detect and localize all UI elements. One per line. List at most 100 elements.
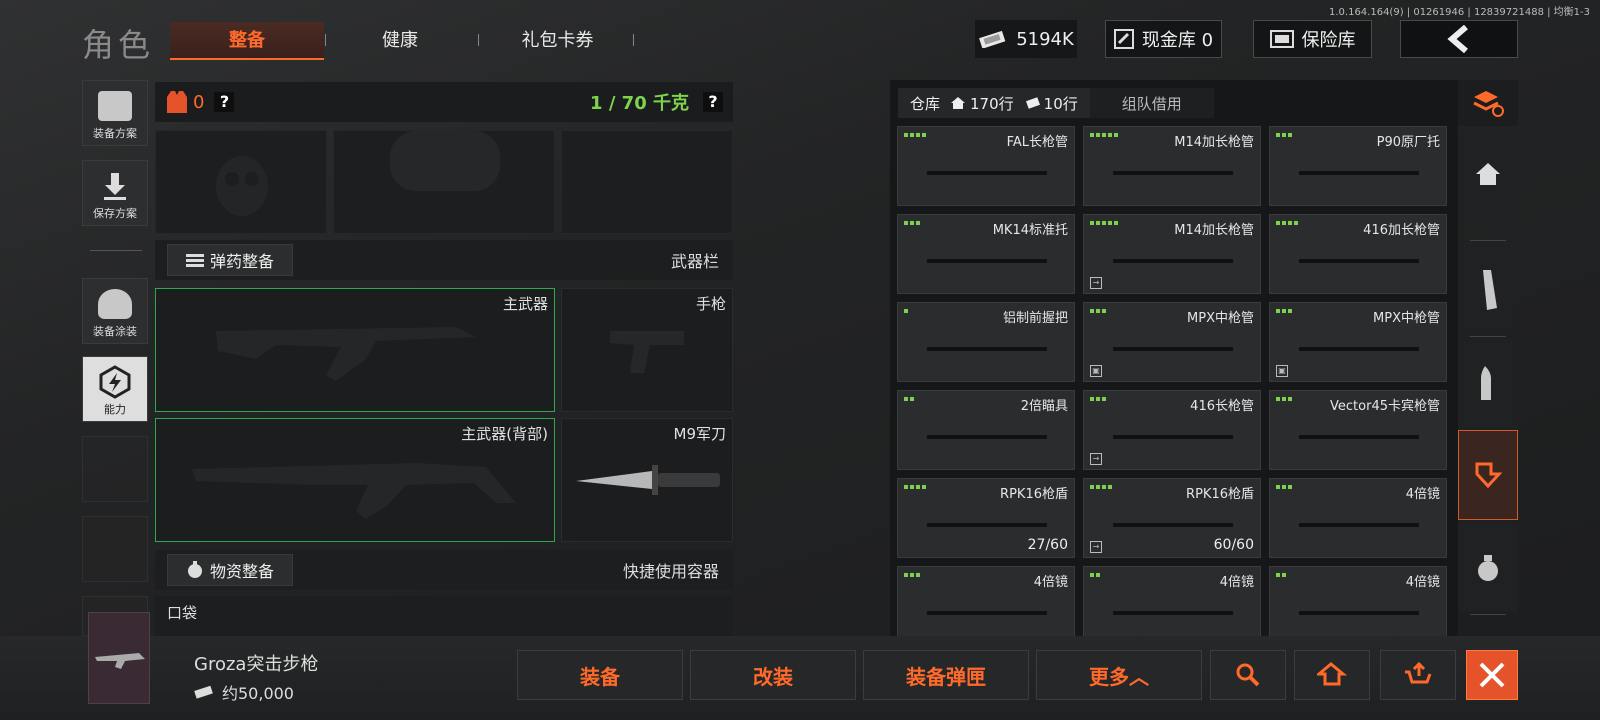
rarity-dot [1282,221,1286,225]
sort-button[interactable] [1458,80,1518,126]
item-count: 60/60 [1213,537,1254,553]
rail-ammo[interactable] [1458,340,1518,428]
rarity-dot [910,133,914,137]
armor-count: 0 [193,91,205,113]
pocket-section: 口袋 [155,596,733,636]
rarity-dot [1096,573,1100,577]
item-name: RPK16枪盾 [1186,487,1254,502]
primary-weapon-back-slot[interactable]: 主武器(背部) [155,418,555,542]
rarity-dot [1276,133,1280,137]
ticket-icon [1025,97,1040,109]
selected-item-thumbnail[interactable] [88,612,150,704]
ticket-rows: 10行 [1043,94,1078,113]
warehouse-item[interactable]: MK14标准托 [897,214,1075,294]
help-icon[interactable]: ? [214,92,235,112]
more-button[interactable]: 更多︿ [1036,650,1202,700]
sidebar-skin[interactable]: 装备涂装 [82,278,148,344]
rarity-dot [1102,221,1106,225]
rarity-dot [922,133,926,137]
gear-slot-empty[interactable] [561,130,733,234]
warehouse-item[interactable]: M14加长枪管 [1083,126,1261,206]
tab-equip[interactable]: 整备 [170,22,324,60]
help-icon[interactable]: ? [703,92,723,112]
tab-warehouse[interactable]: 仓库 170行 10行 [898,88,1090,118]
rarity-dot [1090,573,1094,577]
rarity-dot [1108,133,1112,137]
rail-home[interactable] [1458,130,1518,218]
item-name: Vector45卡宾枪管 [1330,399,1440,414]
item-image-icon [1113,611,1233,615]
sidebar-save-plan[interactable]: 保存方案 [82,160,148,226]
warehouse-item[interactable]: FAL长枪管 [897,126,1075,206]
item-image-icon [1299,259,1419,263]
rarity-dot [1114,221,1118,225]
grenade-icon [188,561,202,578]
sidebar-empty-slot [82,436,148,502]
rarity-dot [1294,221,1298,225]
chevron-left-icon [1447,25,1468,53]
modify-button[interactable]: 改装 [690,650,856,700]
warehouse-item[interactable]: 2倍瞄具 [897,390,1075,470]
equip-magazine-button[interactable]: 装备弹匣 [863,650,1029,700]
warehouse-item[interactable]: RPK16枪盾 60/60 → [1083,478,1261,558]
warehouse-item[interactable]: 4倍镜 [1269,478,1447,558]
store-home-button[interactable] [1294,650,1370,700]
rarity-dot [904,397,908,401]
rarity-dots [904,573,920,577]
rarity-dot [910,485,914,489]
rarity-dots [1276,397,1292,401]
equip-button[interactable]: 装备 [517,650,683,700]
warehouse-item[interactable]: 416长枪管 → [1083,390,1261,470]
rarity-dot [1288,133,1292,137]
pistol-slot[interactable]: 手枪 [561,288,733,412]
selected-item-name: Groza突击步枪 [194,654,319,675]
warehouse-item[interactable]: RPK16枪盾 27/60 [897,478,1075,558]
rarity-dot [910,397,914,401]
warehouse-item[interactable]: 4倍镜 [1269,566,1447,636]
warehouse-item[interactable]: 4倍镜 [1083,566,1261,636]
warehouse-item[interactable]: 4倍镜 [897,566,1075,636]
item-name: 4倍镜 [1033,575,1068,590]
item-name: MK14标准托 [992,223,1068,238]
item-image-icon [1299,611,1419,615]
rail-magazine[interactable] [1458,246,1518,334]
gear-slot-mask[interactable] [155,130,327,234]
rarity-dot [910,573,914,577]
warehouse-item[interactable]: P90原厂托 [1269,126,1447,206]
melee-slot[interactable]: M9军刀 [561,418,733,542]
search-button[interactable] [1210,650,1286,700]
rarity-dots [1090,485,1112,489]
rail-grenade[interactable] [1458,524,1518,612]
warehouse-item[interactable]: MPX中枪管 ▣ [1083,302,1261,382]
ammo-prep-button[interactable]: 弹药整备 [167,244,294,276]
item-image-icon [1113,435,1233,439]
sidebar-item-label: 能力 [104,403,126,416]
tab-gift-cards[interactable]: 礼包卡券 [495,22,620,60]
home-icon [1476,163,1500,185]
warehouse-item[interactable]: 铝制前握把 [897,302,1075,382]
warehouse-item[interactable]: Vector45卡宾枪管 [1269,390,1447,470]
supply-prep-button[interactable]: 物资整备 [167,554,294,586]
gear-slot-backpack[interactable] [333,130,555,234]
back-button[interactable] [1400,20,1518,58]
sidebar-loadout-plan[interactable]: 装备方案 [82,80,148,146]
tab-health[interactable]: 健康 [340,22,460,60]
sidebar-item-label: 保存方案 [93,207,137,220]
rarity-dot [1282,309,1286,313]
rarity-dots [1090,397,1106,401]
primary-weapon-slot[interactable]: 主武器 [155,288,555,412]
home-icon [951,97,966,109]
cash-vault-button[interactable]: 现金库 0 [1105,20,1222,58]
sell-button[interactable] [1380,650,1456,700]
rail-attachments[interactable] [1458,430,1518,520]
game-screen: 1.0.164.164(9) | 01261946 | 12839721488 … [0,0,1600,720]
warehouse-item[interactable]: MPX中枪管 ▣ [1269,302,1447,382]
close-button[interactable] [1466,650,1518,700]
tab-team-borrow[interactable]: 组队借用 [1089,88,1214,118]
insurance-vault-button[interactable]: 保险库 [1253,20,1372,58]
warehouse-item[interactable]: 416加长枪管 [1269,214,1447,294]
weight-bar: 0 ? 1 / 70 千克 ? [155,82,733,122]
rarity-dots [1090,133,1118,137]
warehouse-item[interactable]: M14加长枪管 → [1083,214,1261,294]
sidebar-ability[interactable]: 能力 [82,356,148,422]
